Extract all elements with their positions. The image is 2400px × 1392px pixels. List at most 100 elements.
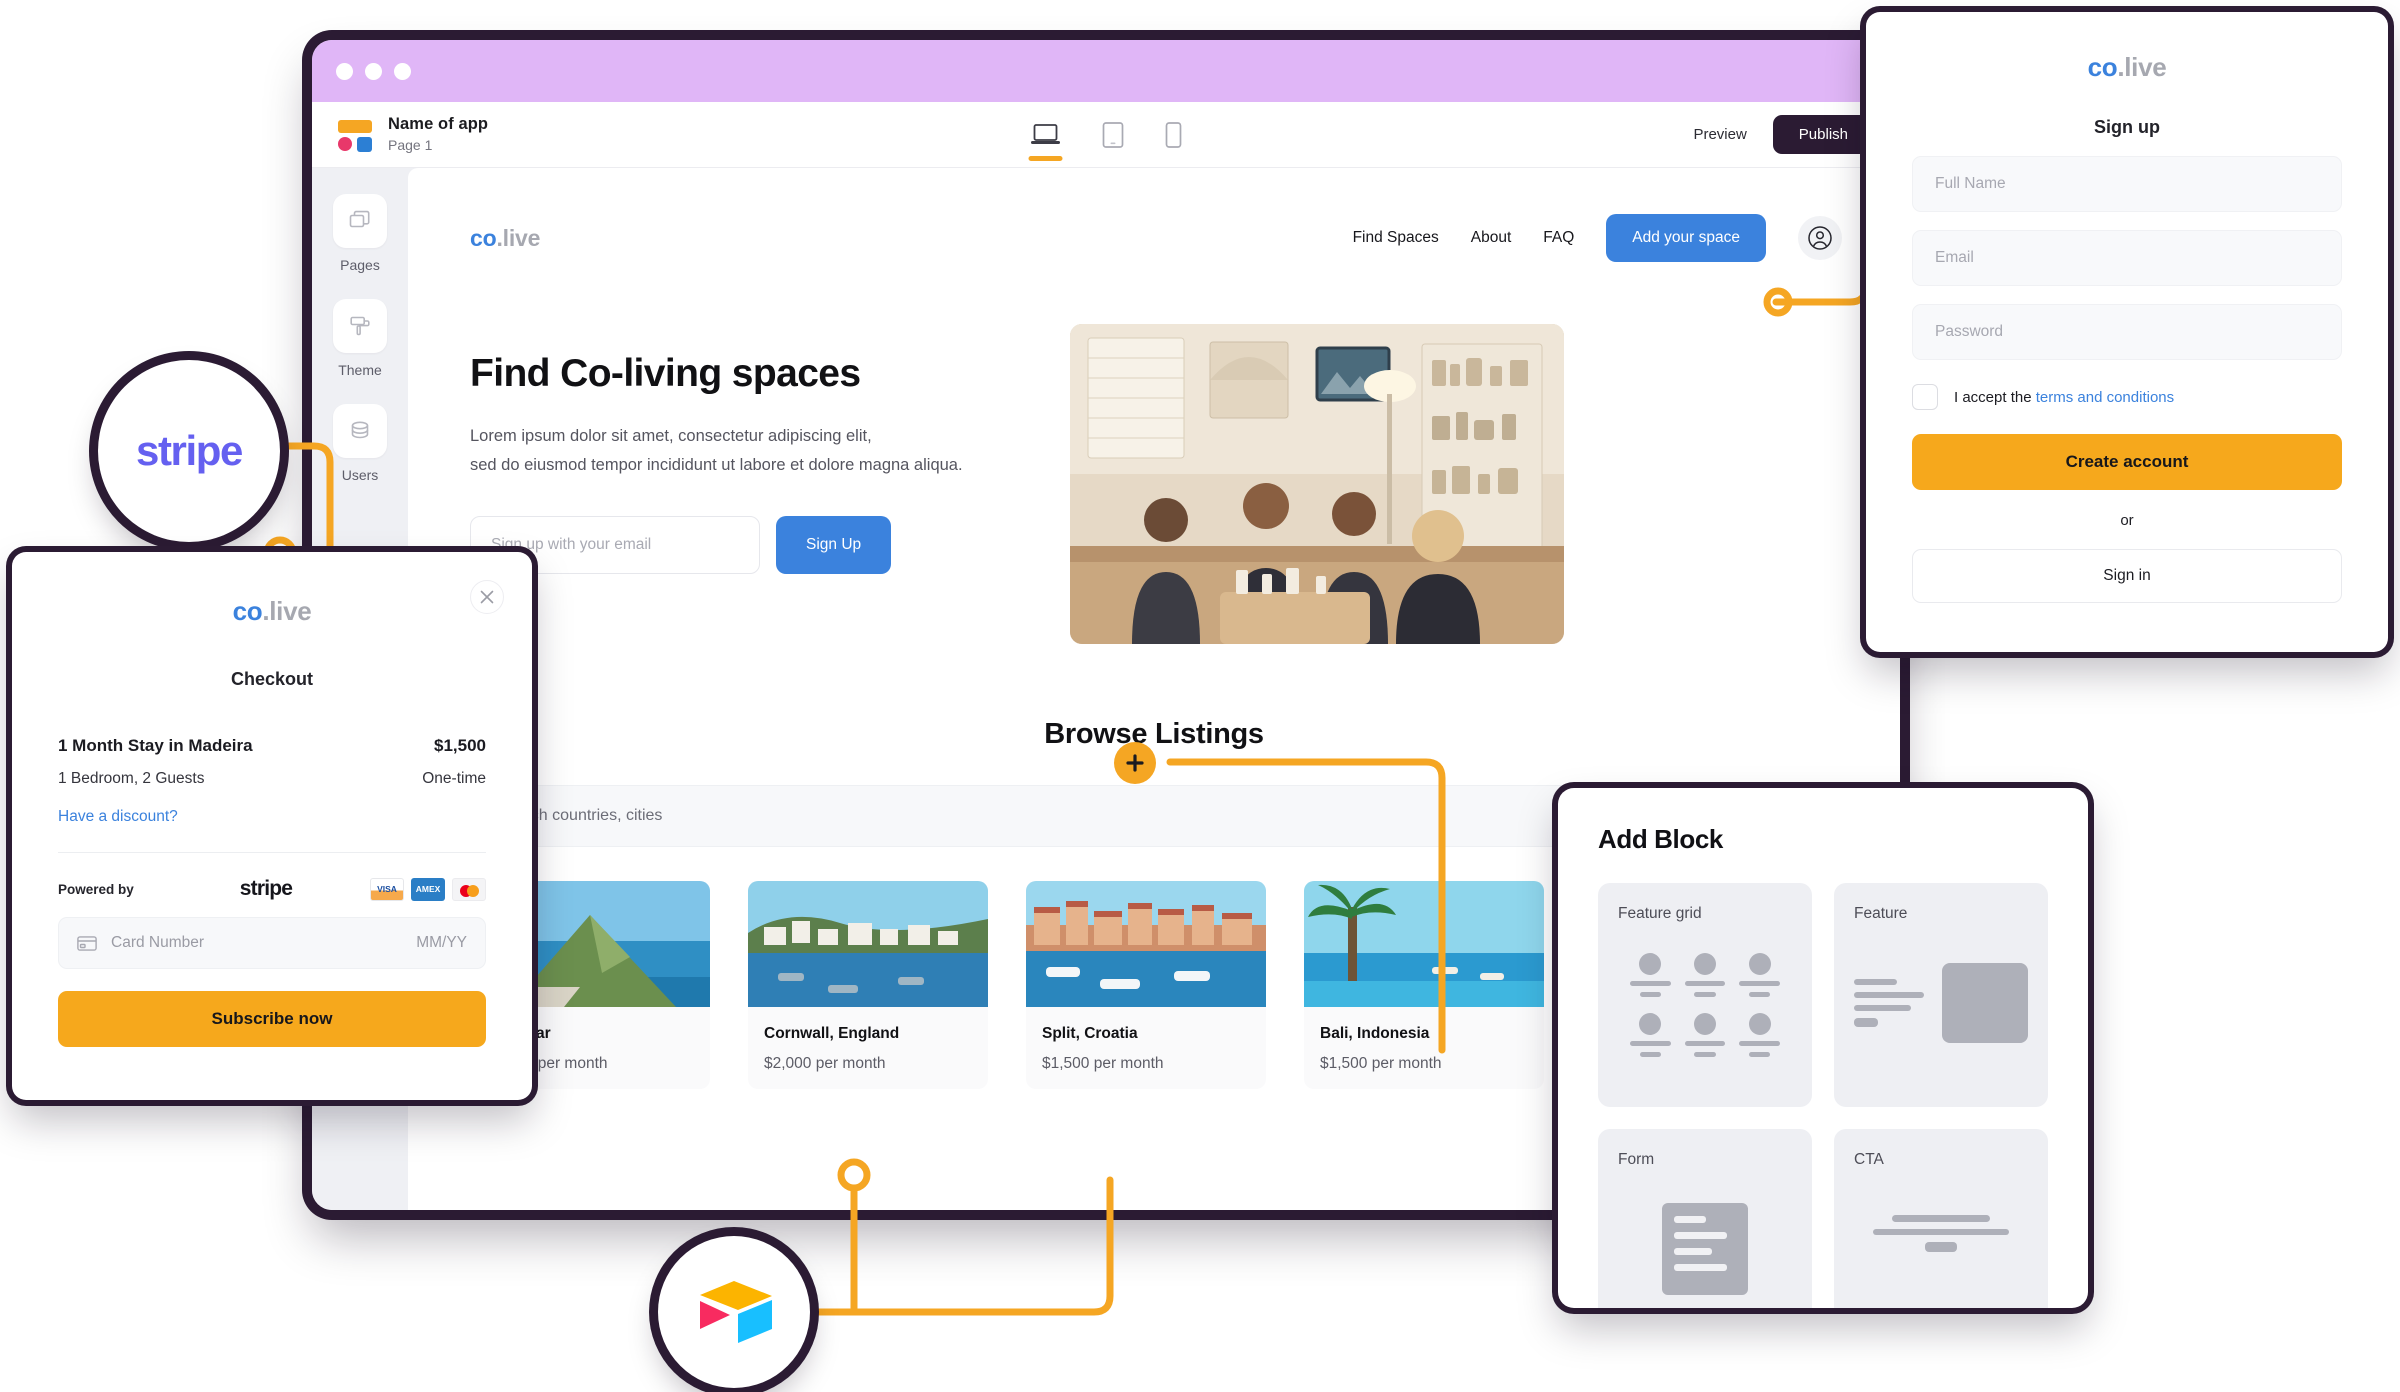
powered-by-label: Powered by [58, 881, 134, 897]
hero-subtitle: Lorem ipsum dolor sit amet, consectetur … [470, 422, 1030, 480]
listing-card[interactable]: Split, Croatia $1,500 per month [1026, 881, 1266, 1089]
device-tab-desktop[interactable] [1027, 102, 1065, 167]
rail-item-theme[interactable]: Theme [333, 299, 387, 378]
window-dot-close[interactable] [336, 62, 353, 80]
laptop-icon [1031, 123, 1060, 144]
app-identity: Name of app Page 1 [388, 114, 488, 155]
rail-item-users[interactable]: Users [333, 404, 387, 483]
pages-stack-icon [333, 194, 387, 248]
preview-button[interactable]: Preview [1693, 126, 1746, 143]
add-your-space-button[interactable]: Add your space [1606, 214, 1766, 262]
user-account-button[interactable] [1798, 216, 1842, 260]
credit-card-icon [77, 935, 97, 951]
block-option-cta[interactable]: CTA [1834, 1129, 2048, 1308]
block-option-feature[interactable]: Feature [1834, 883, 2048, 1107]
checkout-logo: co.live [232, 596, 312, 626]
signup-full-name-input[interactable] [1912, 156, 2342, 212]
signup-heading: Sign up [2094, 117, 2160, 137]
app-page-label: Page 1 [388, 136, 433, 153]
paint-roller-icon [333, 299, 387, 353]
airtable-integration-badge[interactable] [658, 1236, 810, 1388]
add-block-plus-button[interactable] [1114, 742, 1156, 784]
checkout-item-row: 1 Month Stay in Madeira $1,500 [58, 736, 486, 756]
listing-card[interactable]: Bali, Indonesia $1,500 per month [1304, 881, 1544, 1089]
stripe-wordmark: stripe [136, 427, 243, 474]
listing-name: Cornwall, England [764, 1025, 900, 1042]
builder-appbar: Name of app Page 1 Preview Publish [312, 102, 1900, 168]
site-nav-links: Find Spaces About FAQ Add your space [1353, 214, 1842, 262]
sign-in-button[interactable]: Sign in [1912, 549, 2342, 603]
create-account-button[interactable]: Create account [1912, 434, 2342, 490]
listing-photo-split [1026, 881, 1266, 1007]
terms-and-conditions-link[interactable]: terms and conditions [2036, 389, 2174, 406]
visa-card-icon: VISA [370, 877, 404, 901]
add-block-panel: Add Block Feature grid Feature Form CTA [1558, 788, 2088, 1308]
checkout-item-details: 1 Bedroom, 2 Guests [58, 770, 205, 787]
hero-photo [1070, 324, 1564, 644]
checkout-discount-link[interactable]: Have a discount? [58, 808, 486, 826]
accept-terms-checkbox[interactable] [1912, 384, 1938, 410]
block-label: Feature [1854, 905, 1908, 922]
listing-price: $1,500 per month [1042, 1055, 1164, 1072]
accept-terms-label: I accept the terms and conditions [1954, 389, 2174, 406]
block-option-form[interactable]: Form [1598, 1129, 1812, 1308]
listing-card[interactable]: Cornwall, England $2,000 per month [748, 881, 988, 1089]
block-option-feature-grid[interactable]: Feature grid [1598, 883, 1812, 1107]
checkout-powered-row: Powered by stripe VISA AMEX [58, 877, 486, 901]
tablet-icon [1102, 121, 1124, 148]
app-logo-blocks-icon [338, 118, 372, 152]
card-number-field[interactable]: Card Number MM/YY [58, 917, 486, 969]
signup-terms-row: I accept the terms and conditions [1912, 384, 2342, 410]
signup-email-input[interactable] [1912, 230, 2342, 286]
active-tab-underline [1028, 156, 1063, 161]
listing-name: Bali, Indonesia [1320, 1025, 1430, 1042]
site-navbar: co.live Find Spaces About FAQ Add your s… [408, 168, 1900, 262]
listing-photo-cornwall [748, 881, 988, 1007]
appbar-actions: Preview Publish [1693, 115, 1874, 154]
checkout-close-button[interactable] [470, 580, 504, 614]
hero-title: Find Co-living spaces [470, 352, 861, 395]
feature-preview [1854, 963, 2028, 1043]
listing-price: $1,500 per month [1320, 1055, 1442, 1072]
stripe-integration-badge[interactable]: stripe [98, 360, 280, 542]
subscribe-now-button[interactable]: Subscribe now [58, 991, 486, 1047]
hero-signup-button[interactable]: Sign Up [776, 515, 892, 574]
hero-section: Find Co-living spaces Lorem ipsum dolor … [408, 262, 1900, 644]
checkout-item-subrow: 1 Bedroom, 2 Guests One-time [58, 770, 486, 788]
block-label: Feature grid [1618, 905, 1702, 922]
checkout-divider [58, 852, 486, 853]
listing-photo-bali [1304, 881, 1544, 1007]
feature-image-placeholder [1942, 963, 2028, 1043]
checkout-item-title: 1 Month Stay in Madeira [58, 736, 253, 755]
window-dot-maximize[interactable] [394, 62, 411, 80]
amex-card-icon: AMEX [411, 877, 445, 901]
publish-button[interactable]: Publish [1772, 115, 1874, 154]
hero-subtitle-line-1: Lorem ipsum dolor sit amet, consectetur … [470, 427, 872, 445]
form-preview [1662, 1203, 1748, 1295]
close-icon [480, 590, 494, 604]
airtable-logo-icon [700, 1281, 772, 1343]
signup-password-input[interactable] [1912, 304, 2342, 360]
block-label: Form [1618, 1151, 1655, 1168]
feature-grid-preview [1618, 953, 1792, 1057]
device-tab-mobile[interactable] [1162, 102, 1186, 167]
device-tab-tablet[interactable] [1099, 102, 1128, 167]
checkout-modal: co.live Checkout 1 Month Stay in Madeira… [12, 552, 532, 1100]
device-preview-tabs [1027, 102, 1186, 167]
rail-item-pages[interactable]: Pages [333, 194, 387, 273]
nav-link-find-spaces[interactable]: Find Spaces [1353, 229, 1439, 247]
window-dot-minimize[interactable] [365, 62, 382, 80]
user-circle-icon [1808, 226, 1832, 250]
card-expiry-placeholder: MM/YY [416, 934, 467, 951]
stripe-logo: stripe [239, 877, 293, 900]
nav-link-faq[interactable]: FAQ [1543, 229, 1574, 247]
screenshot-root: Name of app Page 1 Preview Publish Pages… [0, 0, 2400, 1392]
browse-listings-title: Browse Listings [1044, 718, 1264, 750]
add-block-title: Add Block [1598, 824, 1723, 854]
rail-label-pages: Pages [340, 257, 380, 273]
hero-copy: Find Co-living spaces Lorem ipsum dolor … [470, 324, 1030, 644]
database-icon [333, 404, 387, 458]
nav-link-about[interactable]: About [1471, 229, 1512, 247]
site-logo[interactable]: co.live [470, 225, 540, 252]
checkout-item-frequency: One-time [422, 770, 486, 787]
